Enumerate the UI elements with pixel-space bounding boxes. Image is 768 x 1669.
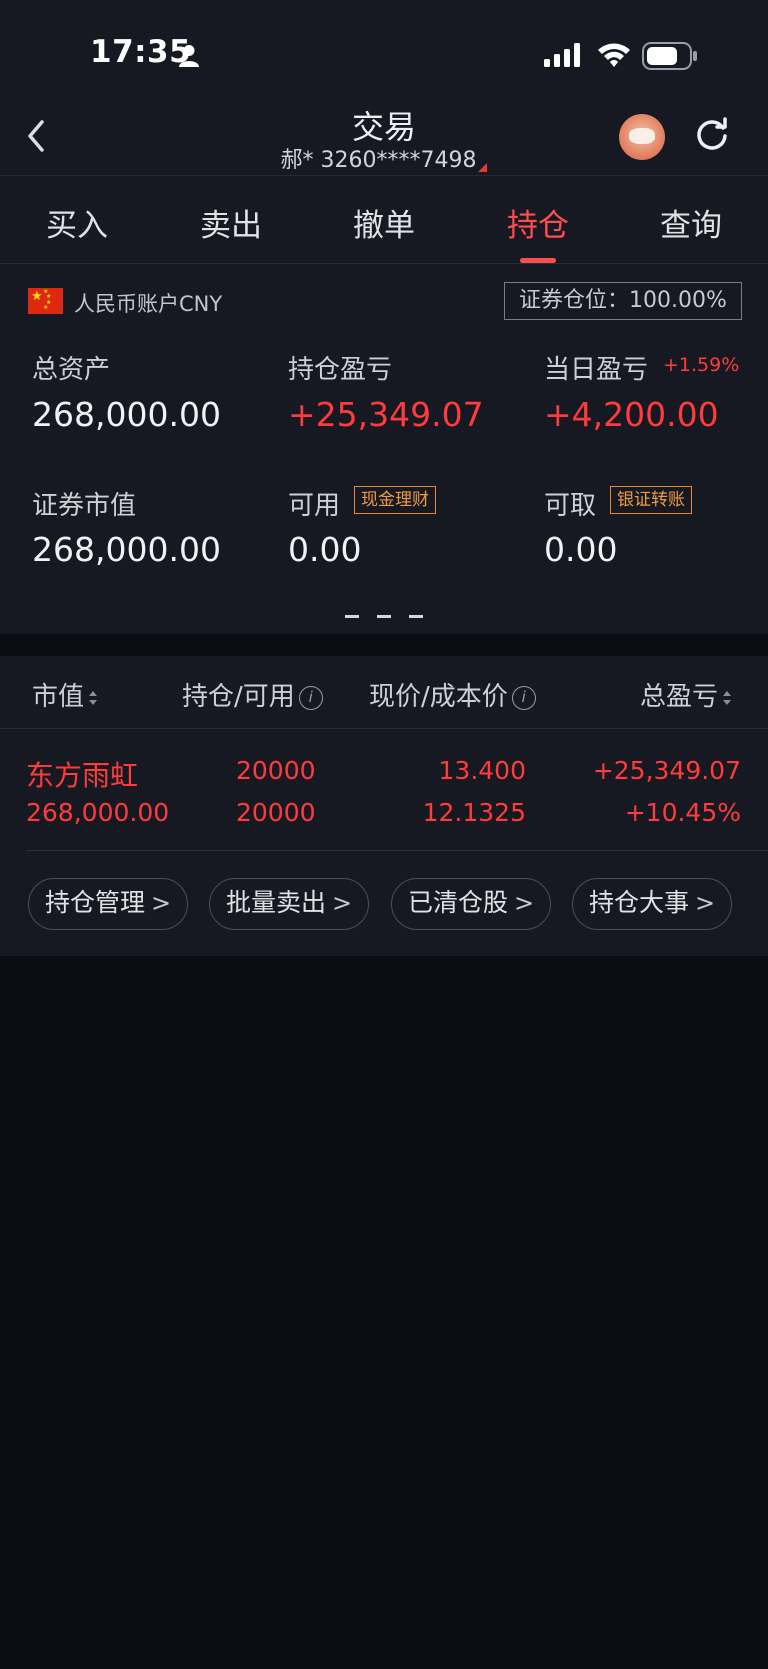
column-holding-available[interactable]: 持仓/可用 i — [182, 676, 323, 713]
daily-pl-value: +4,200.00 — [544, 395, 719, 434]
holding-pl-label: 持仓盈亏 — [288, 355, 393, 385]
tab-positions[interactable]: 持仓 — [478, 200, 598, 245]
bank-transfer-link[interactable]: 银证转账 — [610, 486, 692, 514]
available-value: 0.00 — [288, 530, 362, 569]
page-indicator-1 — [345, 615, 359, 618]
stock-name: 东方雨虹 — [26, 759, 139, 792]
cleared-stocks-button[interactable]: 已清仓股 > — [391, 878, 552, 930]
batch-sell-button[interactable]: 批量卖出 > — [209, 878, 370, 930]
person-icon — [179, 45, 199, 67]
market-value-value: 268,000.00 — [32, 530, 221, 569]
active-tab-indicator — [520, 258, 556, 263]
batch-sell-label: 批量卖出 — [226, 888, 327, 917]
account-number: 郝* 3260****7498 — [280, 148, 477, 173]
chevron-right-icon: > — [695, 889, 716, 917]
table-header-divider — [0, 728, 768, 729]
row-price: 13.400 — [438, 756, 526, 785]
sort-icon — [89, 690, 98, 705]
refresh-icon[interactable] — [692, 114, 732, 154]
row-holding: 20000 — [236, 756, 316, 785]
row-available: 20000 — [236, 798, 316, 827]
holding-events-button[interactable]: 持仓大事 > — [572, 878, 733, 930]
daily-pl-label: 当日盈亏 — [544, 355, 649, 385]
column-price-cost-label: 现价/成本价 — [369, 682, 508, 712]
page-indicator-2 — [377, 615, 391, 618]
info-icon[interactable]: i — [298, 685, 323, 710]
tab-sell[interactable]: 卖出 — [171, 200, 291, 245]
tab-query[interactable]: 查询 — [631, 200, 751, 245]
position-management-button[interactable]: 持仓管理 > — [28, 878, 189, 930]
holding-events-label: 持仓大事 — [589, 888, 690, 917]
holding-pl-value: +25,349.07 — [288, 395, 484, 434]
position-ratio-badge: 证券仓位：100.00% — [504, 282, 742, 320]
row-market-value: 268,000.00 — [26, 798, 170, 827]
available-label: 可用 — [288, 491, 341, 521]
trade-tabs: 买入 卖出 撤单 持仓 查询 — [0, 176, 768, 264]
status-bar: 17:35 — [0, 0, 768, 100]
battery-icon — [642, 42, 697, 70]
header: 交易 郝* 3260****7498 — [0, 100, 768, 176]
page-indicator-3 — [409, 615, 423, 618]
withdrawable-label: 可取 — [544, 491, 597, 521]
market-value-label: 证券市值 — [32, 491, 137, 521]
cleared-stocks-label: 已清仓股 — [408, 888, 509, 917]
section-gap — [0, 634, 768, 656]
column-market-value-label: 市值 — [32, 682, 85, 712]
cash-management-link[interactable]: 现金理财 — [354, 486, 436, 514]
info-icon[interactable]: i — [511, 685, 536, 710]
chevron-right-icon: > — [332, 889, 353, 917]
row-divider — [26, 850, 768, 851]
withdrawable-value: 0.00 — [544, 530, 618, 569]
chevron-right-icon: > — [151, 889, 172, 917]
tab-cancel-order[interactable]: 撤单 — [324, 200, 444, 245]
row-total-pl-percent: +10.45% — [624, 798, 741, 827]
wifi-icon — [598, 43, 630, 67]
row-cost: 12.1325 — [422, 798, 526, 827]
chevron-right-icon: > — [514, 889, 535, 917]
row-total-pl: +25,349.07 — [592, 756, 741, 785]
position-management-label: 持仓管理 — [45, 888, 146, 917]
cellular-signal-icon — [544, 43, 580, 67]
column-total-pl-label: 总盈亏 — [640, 682, 719, 712]
column-holding-available-label: 持仓/可用 — [182, 682, 295, 712]
dropdown-triangle-icon — [478, 163, 488, 172]
total-assets-value: 268,000.00 — [32, 395, 221, 434]
total-assets-label: 总资产 — [32, 355, 111, 385]
daily-pl-percent: +1.59% — [663, 354, 740, 376]
tab-buy[interactable]: 买入 — [17, 200, 137, 245]
avatar[interactable] — [619, 114, 665, 160]
column-total-pl[interactable]: 总盈亏 — [640, 676, 732, 713]
column-price-cost[interactable]: 现价/成本价 i — [369, 676, 536, 713]
status-time: 17:35 — [90, 34, 192, 70]
sort-icon — [723, 690, 732, 705]
account-currency-label: 人民币账户CNY — [74, 292, 223, 316]
china-flag-icon: ★ ★ ★ ★ ★ — [28, 288, 63, 314]
column-market-value[interactable]: 市值 — [32, 676, 98, 713]
